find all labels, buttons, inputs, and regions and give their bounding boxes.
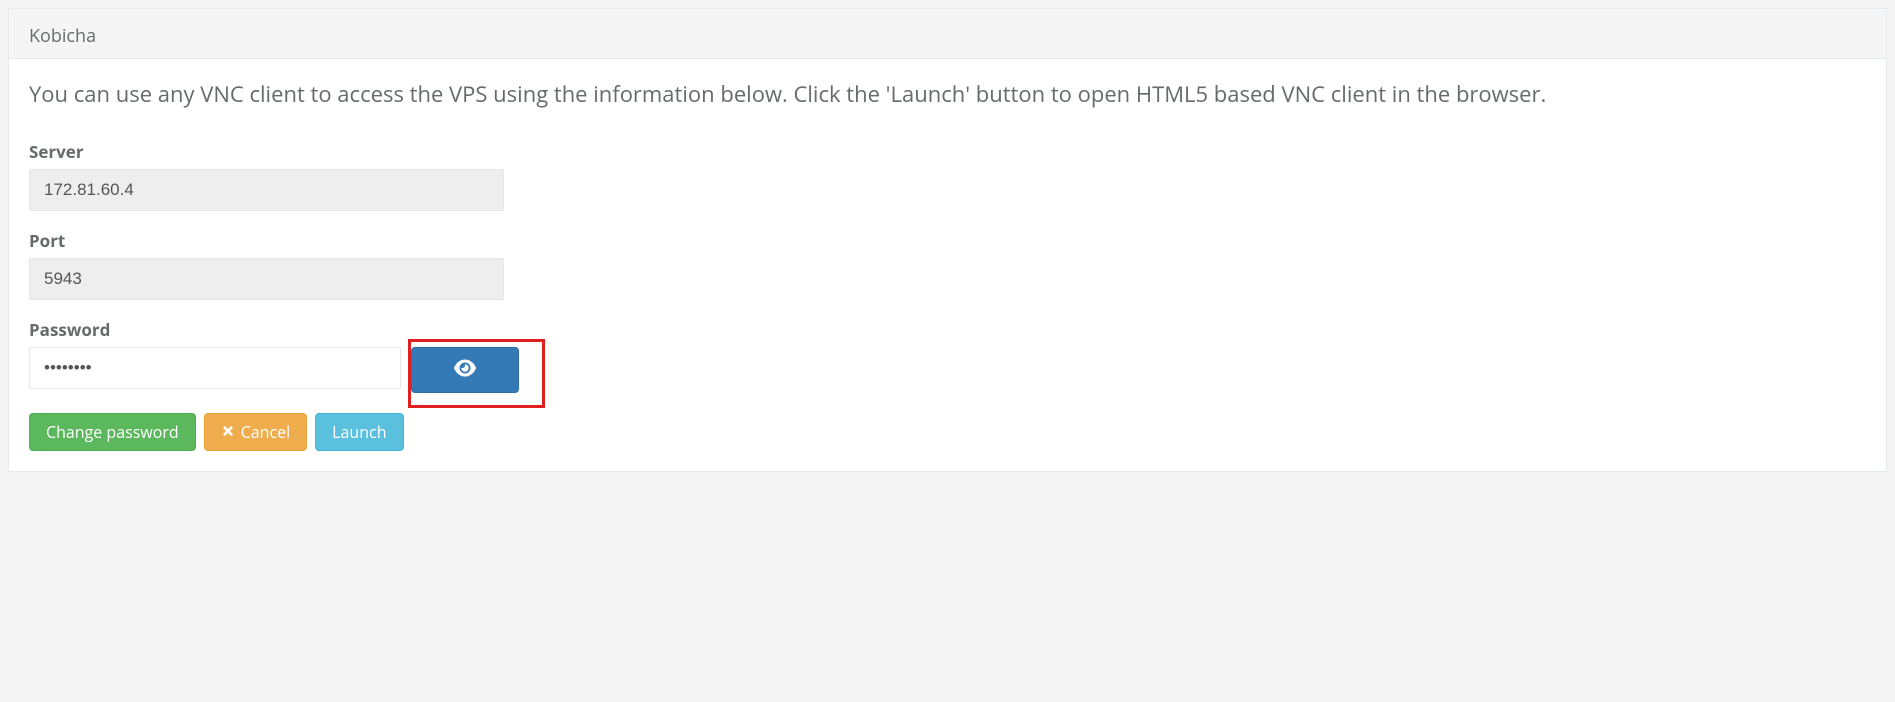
launch-button[interactable]: Launch (315, 413, 403, 451)
button-row: Change password Cancel Launch (29, 413, 1866, 451)
description-text: You can use any VNC client to access the… (29, 79, 1866, 110)
change-password-button[interactable]: Change password (29, 413, 196, 451)
vnc-panel: Kobicha You can use any VNC client to ac… (8, 8, 1887, 472)
server-input[interactable] (29, 169, 504, 211)
panel-body: You can use any VNC client to access the… (9, 59, 1886, 471)
panel-title: Kobicha (9, 9, 1886, 59)
password-label: Password (29, 318, 1866, 341)
close-icon (221, 421, 235, 443)
cancel-button[interactable]: Cancel (204, 413, 307, 451)
cancel-label: Cancel (241, 421, 290, 443)
password-input-group (29, 347, 519, 393)
port-label: Port (29, 229, 1866, 252)
password-group: Password (29, 318, 1866, 393)
reveal-password-button[interactable] (411, 347, 519, 393)
eye-icon (454, 357, 476, 382)
port-group: Port (29, 229, 1866, 300)
port-input[interactable] (29, 258, 504, 300)
server-label: Server (29, 140, 1866, 163)
password-input[interactable] (29, 347, 401, 389)
server-group: Server (29, 140, 1866, 211)
